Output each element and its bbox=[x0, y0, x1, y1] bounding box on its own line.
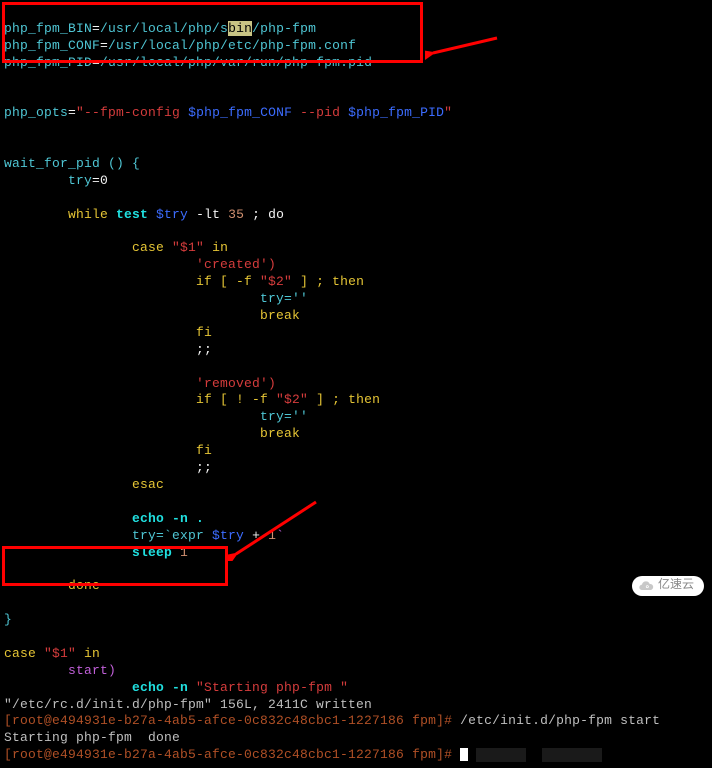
shell-prompt-1: [root@e494931e-b27a-4ab5-afce-0c832c48cb… bbox=[4, 713, 460, 728]
vim-status-written: "/etc/rc.d/init.d/php-fpm" 156L, 2411C w… bbox=[4, 697, 372, 712]
cloud-icon bbox=[638, 578, 654, 594]
var-bin-label: php_fpm_BIN bbox=[4, 21, 92, 36]
watermark-text: 亿速云 bbox=[658, 578, 694, 594]
var-conf-path: /usr/local/php/etc/php-fpm.conf bbox=[108, 38, 356, 53]
terminal: php_fpm_BIN=/usr/local/php/sbin/php-fpm … bbox=[0, 0, 712, 768]
redaction bbox=[476, 748, 526, 762]
cursor[interactable] bbox=[460, 748, 468, 761]
var-opts: php_opts bbox=[4, 105, 68, 120]
var-pid-path: /usr/local/php/var/run/php-fpm.pid bbox=[100, 55, 372, 70]
var-bin-path-post: /php-fpm bbox=[252, 21, 316, 36]
fn-decl: wait_for_pid () { bbox=[4, 156, 140, 171]
shell-prompt-2: [root@e494931e-b27a-4ab5-afce-0c832c48cb… bbox=[4, 747, 460, 762]
var-conf-label: php_fpm_CONF bbox=[4, 38, 100, 53]
shell-cmd-1[interactable]: /etc/init.d/php-fpm start bbox=[460, 713, 660, 728]
shell-output-starting: Starting php-fpm done bbox=[4, 730, 180, 745]
var-bin-highlight: bin bbox=[228, 21, 252, 36]
watermark-badge: 亿速云 bbox=[632, 576, 704, 596]
redaction bbox=[542, 748, 602, 762]
var-pid-label: php_fpm_PID bbox=[4, 55, 92, 70]
var-bin-path-pre: /usr/local/php/s bbox=[100, 21, 228, 36]
